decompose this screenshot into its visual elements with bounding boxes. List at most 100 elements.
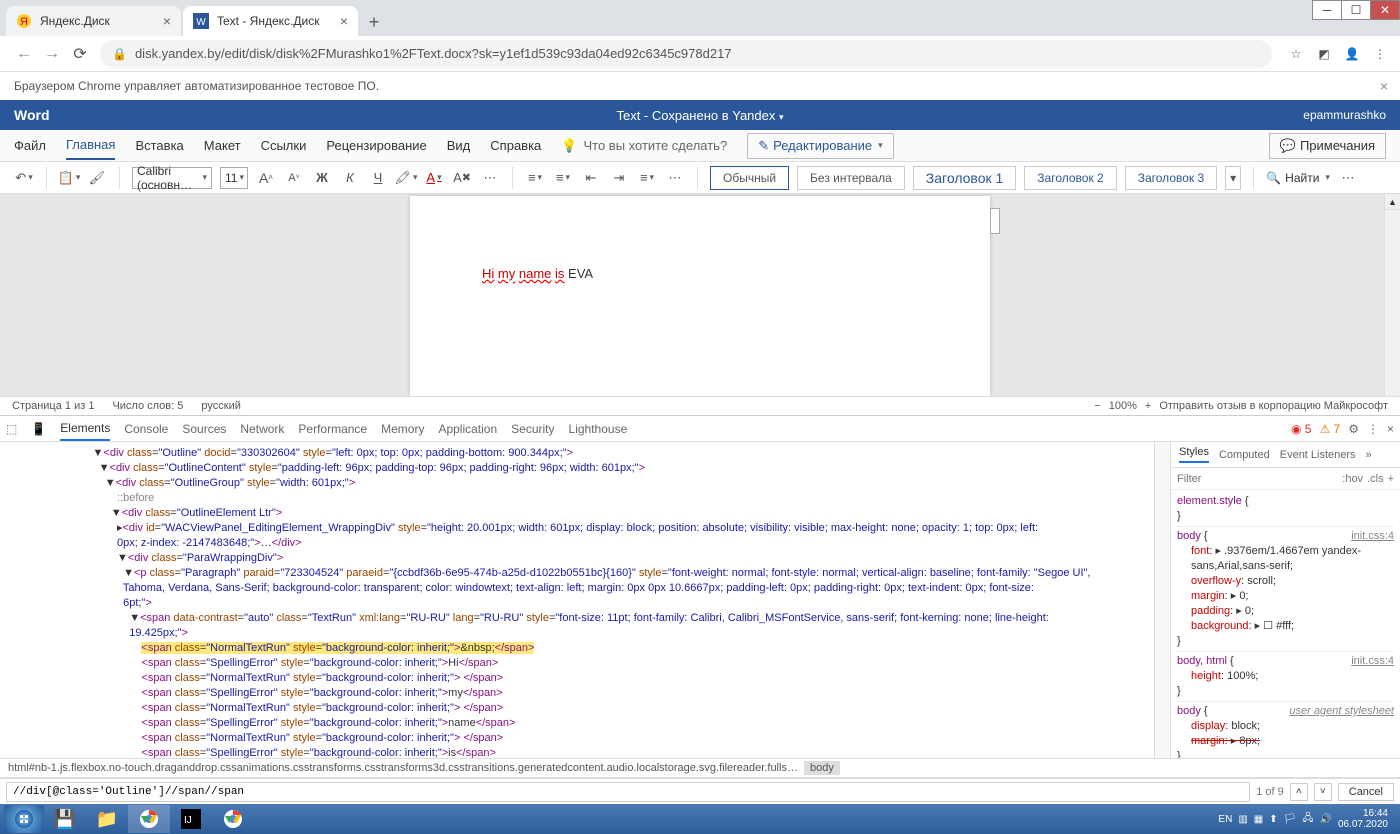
cls-toggle[interactable]: .cls: [1367, 473, 1384, 485]
settings-icon[interactable]: ⚙: [1348, 422, 1359, 436]
style-normal[interactable]: Обычный: [710, 166, 789, 190]
comments-button[interactable]: 💬Примечания: [1269, 133, 1386, 159]
window-close[interactable]: ✕: [1370, 0, 1400, 20]
editing-mode-button[interactable]: ✎Редактирование▾: [747, 133, 893, 159]
new-tab-button[interactable]: +: [360, 8, 388, 36]
window-minimize[interactable]: ─: [1312, 0, 1342, 20]
devtab-memory[interactable]: Memory: [381, 418, 424, 440]
reload-button[interactable]: ⟳: [66, 40, 94, 68]
task-chrome1-icon[interactable]: [128, 805, 170, 833]
star-icon[interactable]: ☆: [1286, 44, 1306, 64]
tray-network-icon[interactable]: 🖧: [1302, 811, 1313, 828]
elements-tree[interactable]: ▼<div class="Outline" docid="330302604" …: [0, 442, 1154, 758]
align-button[interactable]: ≡▾: [637, 168, 657, 188]
zoom-out[interactable]: −: [1094, 400, 1100, 412]
tray-icon[interactable]: ⬆: [1269, 814, 1277, 825]
tray-lang[interactable]: EN: [1218, 814, 1232, 825]
format-painter-button[interactable]: 🖌: [87, 168, 107, 188]
highlight-button[interactable]: 🖍▾: [396, 168, 416, 188]
elements-breadcrumb[interactable]: html#nb-1.js.flexbox.no-touch.draganddro…: [0, 758, 1400, 778]
tray-icon[interactable]: ▥: [1238, 814, 1247, 825]
ribbon-tab-review[interactable]: Рецензирование: [326, 132, 426, 159]
undo-button[interactable]: ↶▾: [14, 168, 34, 188]
ribbon-tab-insert[interactable]: Вставка: [135, 132, 183, 159]
font-color-button[interactable]: A▾: [424, 168, 444, 188]
devtab-sources[interactable]: Sources: [182, 418, 226, 440]
extension-icon[interactable]: ◩: [1314, 44, 1334, 64]
status-language[interactable]: русский: [201, 400, 240, 412]
more-options-button[interactable]: ⋯: [1338, 168, 1358, 188]
text-anchor-handle[interactable]: [990, 208, 1000, 234]
user-name[interactable]: epammurashko: [1303, 108, 1386, 122]
styles-rules[interactable]: element.style {} body { init.css:4 font:…: [1171, 490, 1400, 758]
info-close-icon[interactable]: ×: [1380, 78, 1388, 94]
back-button[interactable]: ←: [10, 40, 38, 68]
more-format-button[interactable]: ⋯: [480, 168, 500, 188]
shrink-font-button[interactable]: A˅: [284, 168, 304, 188]
ribbon-tab-view[interactable]: Вид: [447, 132, 471, 159]
devtab-network[interactable]: Network: [240, 418, 284, 440]
styles-filter-input[interactable]: [1177, 473, 1342, 485]
computed-tab[interactable]: Computed: [1219, 449, 1270, 461]
tray-volume-icon[interactable]: 🔊: [1319, 814, 1331, 825]
underline-button[interactable]: Ч: [368, 168, 388, 188]
tray-icon[interactable]: ▦: [1254, 814, 1263, 825]
styles-more-icon[interactable]: »: [1366, 449, 1372, 461]
window-maximize[interactable]: ☐: [1341, 0, 1371, 20]
grow-font-button[interactable]: A˄: [256, 168, 276, 188]
start-button[interactable]: [4, 805, 44, 833]
devtools-close-icon[interactable]: ×: [1387, 422, 1394, 436]
tray-clock[interactable]: 16:44 06.07.2020: [1338, 808, 1388, 830]
tab-close-icon[interactable]: ×: [340, 13, 348, 29]
devtab-security[interactable]: Security: [511, 418, 554, 440]
ribbon-tab-file[interactable]: Файл: [14, 132, 46, 159]
scrollbar[interactable]: ▲: [1384, 194, 1400, 396]
task-intellij-icon[interactable]: IJ: [170, 805, 212, 833]
inspect-icon[interactable]: ⬚: [6, 422, 17, 436]
increase-indent-button[interactable]: ⇥: [609, 168, 629, 188]
tell-me-search[interactable]: 💡Что вы хотите сделать?: [561, 138, 727, 154]
search-prev-button[interactable]: ˄: [1290, 783, 1308, 801]
decrease-indent-button[interactable]: ⇤: [581, 168, 601, 188]
ribbon-tab-layout[interactable]: Макет: [204, 132, 241, 159]
task-save-icon[interactable]: 💾: [44, 805, 86, 833]
italic-button[interactable]: К: [340, 168, 360, 188]
style-more[interactable]: ▾: [1225, 166, 1241, 190]
task-explorer-icon[interactable]: 📁: [86, 805, 128, 833]
search-cancel-button[interactable]: Cancel: [1338, 783, 1394, 801]
devtab-elements[interactable]: Elements: [60, 417, 110, 441]
devtab-performance[interactable]: Performance: [298, 418, 367, 440]
url-input[interactable]: 🔒 disk.yandex.by/edit/disk/disk%2FMurash…: [100, 40, 1272, 68]
eventlisteners-tab[interactable]: Event Listeners: [1280, 449, 1356, 461]
more-para-button[interactable]: ⋯: [665, 168, 685, 188]
find-button[interactable]: 🔍 Найти▾: [1266, 171, 1330, 185]
task-chrome2-icon[interactable]: [212, 805, 254, 833]
style-heading3[interactable]: Заголовок 3: [1125, 166, 1217, 190]
warning-count[interactable]: ⚠ 7: [1319, 422, 1340, 436]
style-heading2[interactable]: Заголовок 2: [1024, 166, 1116, 190]
tab-close-icon[interactable]: ×: [163, 13, 171, 29]
elements-scrollbar[interactable]: [1154, 442, 1170, 758]
error-count[interactable]: ◉ 5: [1291, 422, 1312, 436]
devtab-console[interactable]: Console: [124, 418, 168, 440]
ribbon-tab-home[interactable]: Главная: [66, 131, 115, 160]
scroll-up-icon[interactable]: ▲: [1385, 194, 1400, 210]
device-icon[interactable]: 📱: [31, 422, 46, 436]
numbering-button[interactable]: ≡▾: [553, 168, 573, 188]
style-nospacing[interactable]: Без интервала: [797, 166, 905, 190]
status-page[interactable]: Страница 1 из 1: [12, 400, 94, 412]
bullets-button[interactable]: ≡▾: [525, 168, 545, 188]
hov-toggle[interactable]: :hov: [1342, 473, 1363, 485]
tray-flag-icon[interactable]: 🏳: [1284, 814, 1297, 825]
search-next-button[interactable]: ˅: [1314, 783, 1332, 801]
clear-format-button[interactable]: A✖: [452, 168, 472, 188]
ribbon-tab-help[interactable]: Справка: [490, 132, 541, 159]
style-heading1[interactable]: Заголовок 1: [913, 166, 1017, 190]
paste-button[interactable]: 📋▾: [59, 168, 79, 188]
styles-tab[interactable]: Styles: [1179, 446, 1209, 463]
devtools-menu-icon[interactable]: ⋮: [1367, 422, 1379, 436]
doc-title[interactable]: Text - Сохранено в Yandex ▾: [616, 108, 783, 123]
search-input[interactable]: [6, 782, 1250, 802]
profile-icon[interactable]: 👤: [1342, 44, 1362, 64]
add-rule-icon[interactable]: +: [1388, 473, 1394, 485]
